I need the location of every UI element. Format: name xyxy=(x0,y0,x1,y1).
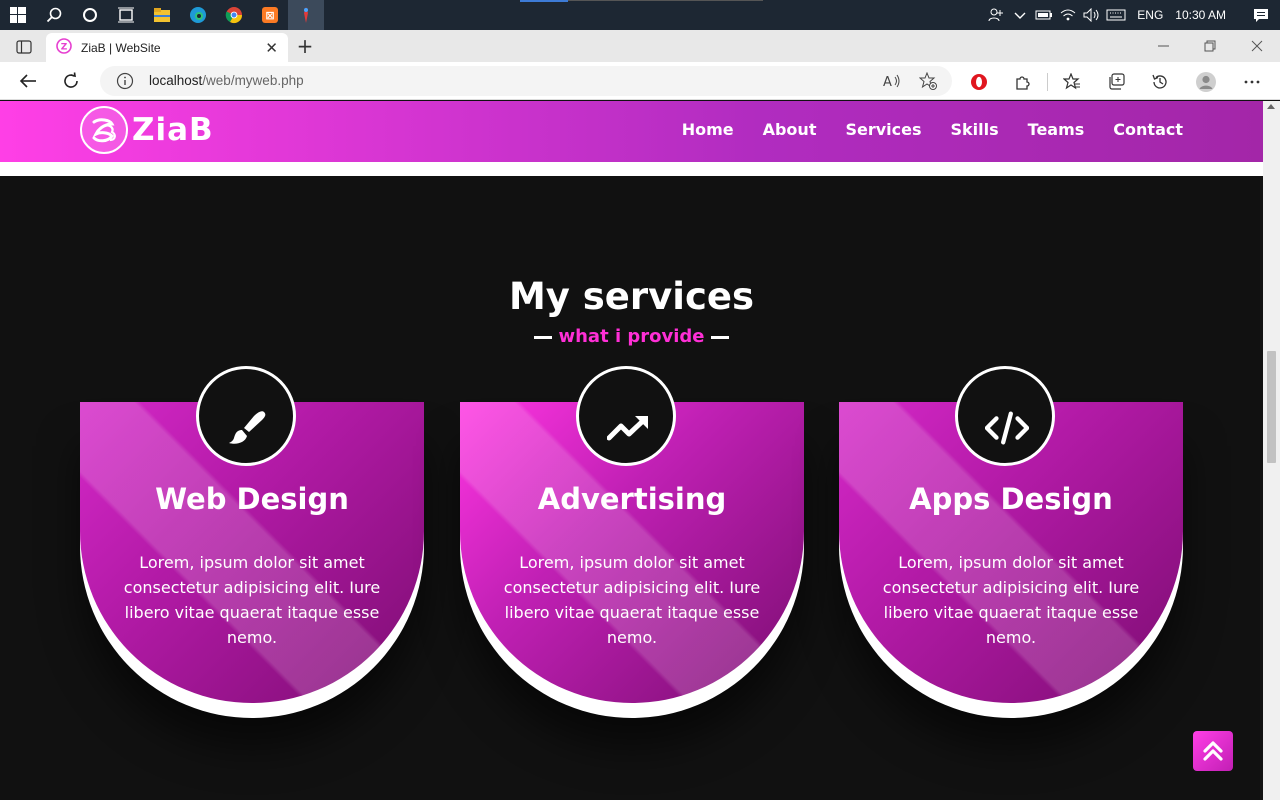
taskbar-indicator xyxy=(520,0,568,2)
service-card-web-design[interactable]: Web Design Lorem, ipsum dolor sit amet c… xyxy=(80,362,424,718)
services-title: My services xyxy=(508,275,755,318)
back-to-top-button[interactable] xyxy=(1193,731,1233,771)
svg-text:Z: Z xyxy=(61,42,68,52)
logo-icon xyxy=(80,106,128,154)
card-title: Apps Design xyxy=(909,482,1113,516)
menu-services[interactable]: Services xyxy=(845,120,921,139)
extensions-icon[interactable] xyxy=(1012,71,1034,93)
card-text: Lorem, ipsum dolor sit amet consectetur … xyxy=(123,553,381,647)
page-scrollbar[interactable] xyxy=(1263,101,1280,800)
site-info-icon[interactable] xyxy=(116,72,134,94)
scroll-thumb[interactable] xyxy=(1267,351,1276,463)
tab-strip: Z ZiaB | WebSite ✕ + xyxy=(0,30,1280,62)
chevron-up-icon[interactable] xyxy=(1009,0,1031,30)
chrome-icon[interactable] xyxy=(216,0,252,30)
menu-teams[interactable]: Teams xyxy=(1028,120,1085,139)
tab-title: ZiaB | WebSite xyxy=(81,40,161,55)
menu-contact[interactable]: Contact xyxy=(1113,120,1183,139)
people-icon[interactable] xyxy=(985,0,1007,30)
tab-close-icon[interactable]: ✕ xyxy=(265,39,278,57)
favicon-icon: Z xyxy=(56,37,72,58)
refresh-icon[interactable] xyxy=(57,67,85,95)
card-text: Lorem, ipsum dolor sit amet consectetur … xyxy=(882,553,1140,647)
favorites-icon[interactable] xyxy=(1061,71,1083,93)
system-tray: ENG 10:30 AM xyxy=(983,0,1280,30)
site-menu: Home About Services Skills Teams Contact xyxy=(653,120,1183,139)
read-aloud-icon[interactable]: A xyxy=(882,71,902,91)
browser-tab[interactable]: Z ZiaB | WebSite ✕ xyxy=(46,33,288,62)
windows-start-icon[interactable] xyxy=(0,0,36,30)
logo-text: ZiaB xyxy=(132,112,214,148)
address-toolbar: localhost/web/myweb.php A xyxy=(0,62,1280,100)
cortana-icon[interactable] xyxy=(72,0,108,30)
file-explorer-icon[interactable] xyxy=(144,0,180,30)
page-viewport: ZiaB Home About Services Skills Teams Co… xyxy=(0,101,1263,800)
new-tab-icon[interactable]: + xyxy=(294,33,316,59)
back-icon[interactable] xyxy=(14,67,42,95)
menu-home[interactable]: Home xyxy=(682,120,734,139)
more-menu-icon[interactable] xyxy=(1241,71,1263,93)
app-icon[interactable] xyxy=(288,0,324,30)
collections-icon[interactable] xyxy=(1105,71,1127,93)
minimize-icon[interactable] xyxy=(1141,30,1187,62)
card-text: Lorem, ipsum dolor sit amet consectetur … xyxy=(503,553,761,647)
profile-avatar-icon[interactable] xyxy=(1195,71,1217,93)
double-chevron-up-icon xyxy=(1203,741,1223,761)
add-favorite-icon[interactable] xyxy=(918,71,938,91)
trending-up-icon xyxy=(606,410,650,446)
close-window-icon[interactable] xyxy=(1234,30,1280,62)
card-title: Advertising xyxy=(537,482,727,516)
task-view-icon[interactable] xyxy=(108,0,144,30)
edge-icon[interactable] xyxy=(180,0,216,30)
tab-actions-icon[interactable] xyxy=(10,36,38,58)
menu-about[interactable]: About xyxy=(763,120,817,139)
taskbar-divider xyxy=(568,0,763,1)
svg-text:A: A xyxy=(883,75,892,89)
opera-extension-icon[interactable] xyxy=(968,71,990,93)
volume-icon[interactable] xyxy=(1081,0,1103,30)
toolbar-divider xyxy=(1047,73,1048,91)
restore-icon[interactable] xyxy=(1187,30,1233,62)
site-navbar: ZiaB Home About Services Skills Teams Co… xyxy=(0,101,1263,162)
service-card-advertising[interactable]: Advertising Lorem, ipsum dolor sit amet … xyxy=(460,362,804,718)
xampp-icon[interactable]: ⊠ xyxy=(252,0,288,30)
search-icon[interactable] xyxy=(36,0,72,30)
section-divider xyxy=(0,162,1263,176)
url-bar[interactable]: localhost/web/myweb.php A xyxy=(100,66,952,96)
svg-text:⊠: ⊠ xyxy=(265,9,274,22)
card-title: Web Design xyxy=(155,482,349,516)
menu-skills[interactable]: Skills xyxy=(951,120,999,139)
service-card-apps-design[interactable]: Apps Design Lorem, ipsum dolor sit amet … xyxy=(839,362,1183,718)
scroll-up-icon[interactable] xyxy=(1267,104,1275,109)
clock[interactable]: 10:30 AM xyxy=(1175,8,1226,22)
services-subtitle: what i provide xyxy=(0,326,1263,347)
code-icon xyxy=(985,410,1029,446)
battery-icon[interactable] xyxy=(1033,0,1055,30)
history-icon[interactable] xyxy=(1149,71,1171,93)
language-indicator[interactable]: ENG xyxy=(1137,8,1163,22)
site-logo[interactable]: ZiaB xyxy=(80,106,214,154)
taskbar: ⊠ ENG 10:30 AM xyxy=(0,0,1280,30)
keyboard-icon[interactable] xyxy=(1105,0,1127,30)
wifi-icon[interactable] xyxy=(1057,0,1079,30)
url-text[interactable]: localhost/web/myweb.php xyxy=(149,73,304,88)
paintbrush-icon xyxy=(226,410,270,446)
notification-icon[interactable] xyxy=(1242,0,1280,30)
